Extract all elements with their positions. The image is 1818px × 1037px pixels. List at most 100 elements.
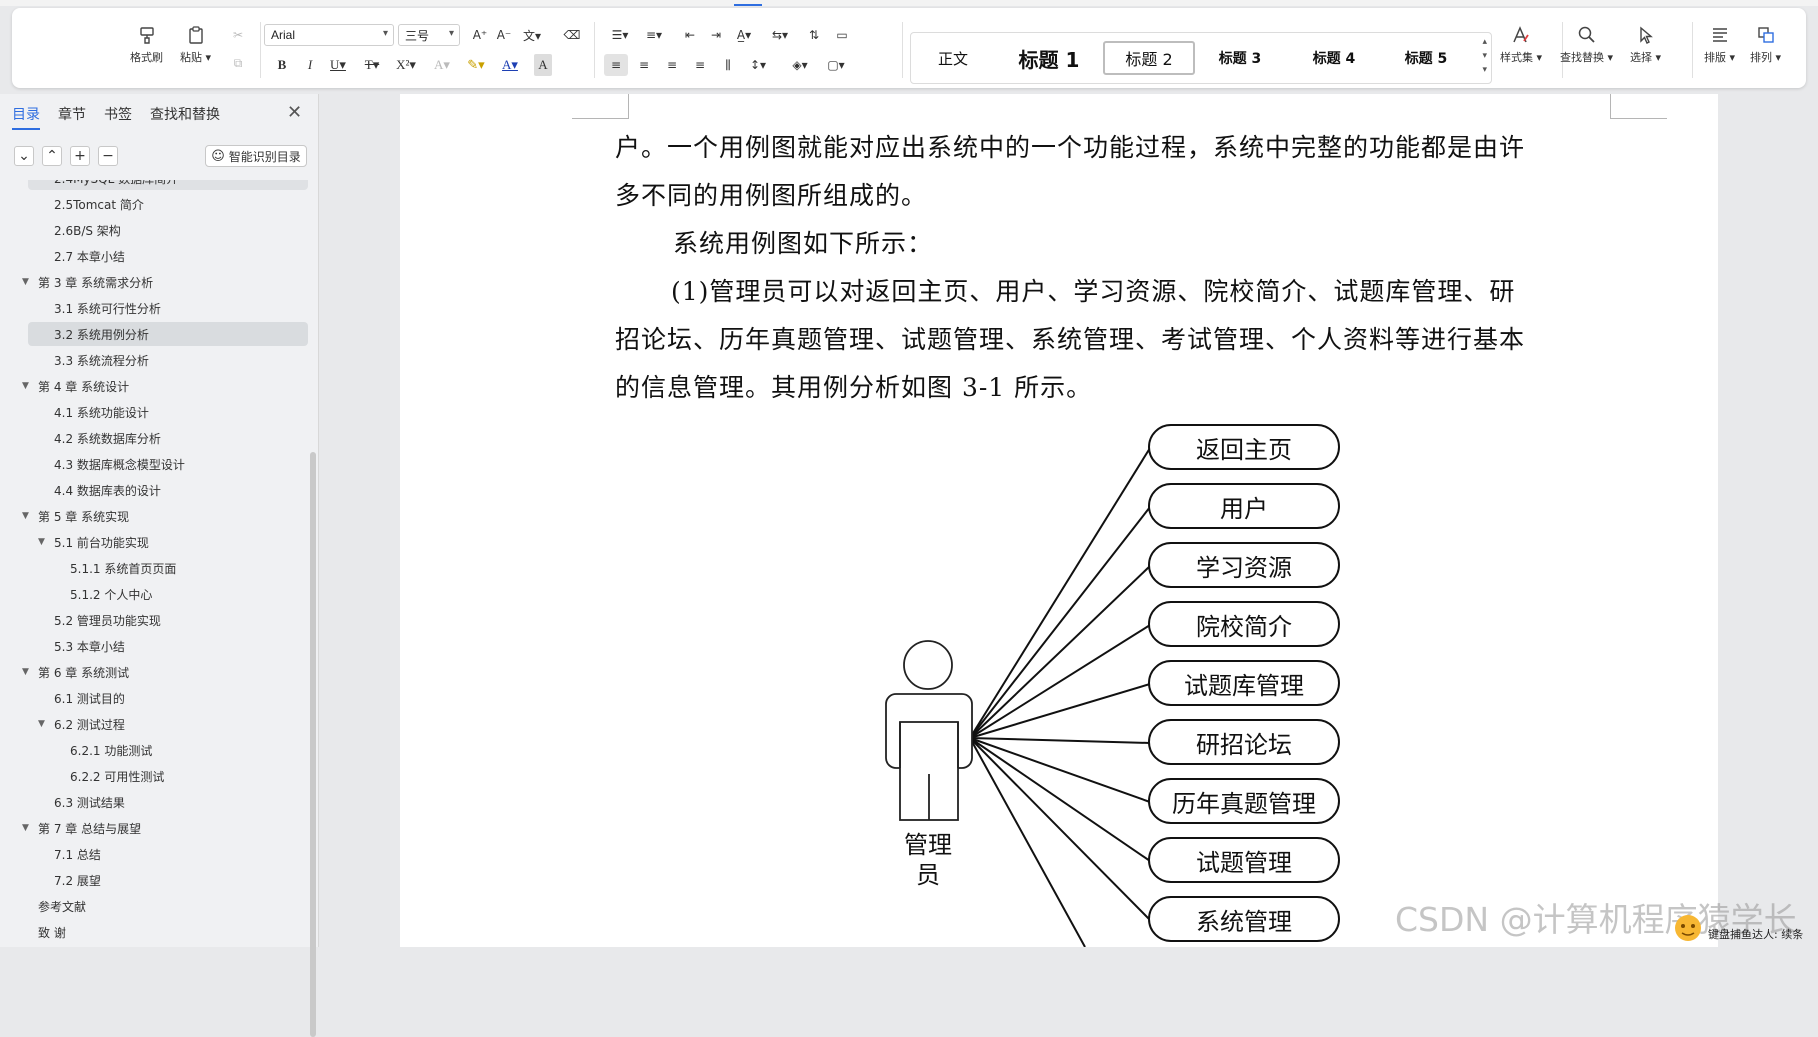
toc-item[interactable]: ▼ 第 7 章 总结与展望 — [22, 816, 308, 840]
copy-icon[interactable]: ⧉ — [226, 52, 250, 74]
style-heading-2[interactable]: 标题 2 — [1103, 41, 1195, 75]
clear-format-icon[interactable]: ⌫ — [560, 24, 584, 46]
sort-icon[interactable]: ⇅ — [802, 24, 826, 46]
increase-indent-icon[interactable]: ⇥ — [704, 24, 728, 46]
toc-item[interactable]: 5.1.2 个人中心 — [28, 582, 308, 606]
cut-icon[interactable]: ✂ — [226, 24, 250, 46]
chevron-down-icon: ▾ — [448, 28, 454, 39]
gallery-more-icon[interactable]: ▾ — [1482, 65, 1487, 75]
style-heading-4[interactable]: 标题 4 — [1295, 41, 1373, 75]
toc-item[interactable]: ▼ 第 3 章 系统需求分析 — [22, 270, 308, 294]
highlight-icon[interactable]: ✎▾ — [464, 54, 488, 76]
italic-icon[interactable]: I — [298, 54, 322, 76]
toc-item[interactable]: ▼ 6.2 测试过程 — [28, 712, 308, 736]
style-heading-5[interactable]: 标题 5 — [1387, 41, 1465, 75]
expand-triangle-icon[interactable]: ▼ — [22, 511, 29, 521]
text-direction-icon[interactable]: A̲▾ — [732, 24, 756, 46]
tab-bookmarks[interactable]: 书签 — [104, 104, 132, 124]
move-up-button[interactable]: ⌃ — [42, 146, 62, 166]
decrease-font-icon[interactable]: A⁻ — [492, 24, 516, 46]
toc-item[interactable]: ▼ 第 4 章 系统设计 — [22, 374, 308, 398]
expand-triangle-icon[interactable]: ▼ — [38, 537, 45, 547]
remove-heading-button[interactable]: − — [98, 146, 118, 166]
toc-item[interactable]: 致 谢 — [28, 920, 308, 944]
toc-item[interactable]: 参考文献 — [28, 894, 308, 918]
toc-item[interactable]: 4.1 系统功能设计 — [28, 400, 308, 424]
toc-item[interactable]: 6.1 测试目的 — [28, 686, 308, 710]
bullet-list-icon[interactable]: ☰▾ — [608, 24, 632, 46]
tab-chapters[interactable]: 章节 — [58, 104, 86, 124]
toc-item[interactable]: 7.2 展望 — [28, 868, 308, 892]
layout-button[interactable]: 排版 ▾ — [1704, 24, 1735, 65]
toc-item[interactable]: 5.2 管理员功能实现 — [28, 608, 308, 632]
increase-font-icon[interactable]: A⁺ — [468, 24, 492, 46]
char-shading-icon[interactable]: A — [534, 54, 552, 76]
toc-item[interactable]: 4.4 数据库表的设计 — [28, 478, 308, 502]
gallery-up-icon[interactable]: ▴ — [1482, 37, 1487, 47]
align-left-icon[interactable]: ≡ — [604, 54, 628, 76]
line-spacing-icon[interactable]: ↕▾ — [746, 54, 770, 76]
style-set-button[interactable]: 样式集 ▾ — [1500, 24, 1542, 65]
toc-item[interactable]: 5.3 本章小结 — [28, 634, 308, 658]
toc-item[interactable]: 3.3 系统流程分析 — [28, 348, 308, 372]
toc-item[interactable]: 2.6B/S 架构 — [28, 218, 308, 242]
style-heading-3[interactable]: 标题 3 — [1201, 41, 1279, 75]
toc-item[interactable]: ▼ 第 6 章 系统测试 — [22, 660, 308, 684]
toc-item[interactable]: 2.5Tomcat 简介 — [28, 192, 308, 216]
toc-item[interactable]: 5.1.1 系统首页页面 — [28, 556, 308, 580]
toc-item[interactable]: 3.1 系统可行性分析 — [28, 296, 308, 320]
decrease-indent-icon[interactable]: ⇤ — [678, 24, 702, 46]
smart-toc-button[interactable]: ☺ 智能识别目录 — [205, 145, 307, 167]
font-size-select[interactable]: 三号 ▾ — [398, 24, 460, 46]
toc-item[interactable]: 6.2.2 可用性测试 — [28, 764, 308, 788]
toc-item[interactable]: 6.2.1 功能测试 — [28, 738, 308, 762]
toc-item[interactable]: 2.4MySQL 数据库简介 — [28, 180, 308, 190]
superscript-icon[interactable]: X²▾ — [394, 54, 418, 76]
toc-item[interactable]: ▼ 5.1 前台功能实现 — [28, 530, 308, 554]
show-marks-icon[interactable]: ▭ — [830, 24, 854, 46]
chinese-layout-icon[interactable]: ⇆▾ — [768, 24, 792, 46]
font-color-icon[interactable]: A▾ — [498, 54, 522, 76]
justify-icon[interactable]: ≡ — [688, 54, 712, 76]
corner-widget[interactable]: 键盘捕鱼达人: 续条 — [1668, 906, 1818, 947]
tab-find-replace[interactable]: 查找和替换 — [150, 104, 220, 124]
expand-triangle-icon[interactable]: ▼ — [22, 381, 29, 391]
style-heading-1[interactable]: 标题 1 — [1003, 41, 1095, 75]
numbered-list-icon[interactable]: ≡▾ — [642, 24, 666, 46]
format-painter-button[interactable]: 格式刷 — [130, 24, 163, 65]
phonetic-guide-icon[interactable]: 文▾ — [520, 24, 544, 46]
underline-icon[interactable]: U▾ — [326, 54, 350, 76]
border-icon[interactable]: ▢▾ — [824, 54, 848, 76]
paste-button[interactable]: 粘贴 ▾ — [180, 24, 211, 65]
toc-scrollbar[interactable] — [310, 452, 316, 1037]
expand-triangle-icon[interactable]: ▼ — [22, 667, 29, 677]
toc-item[interactable]: 7.1 总结 — [28, 842, 308, 866]
expand-triangle-icon[interactable]: ▼ — [22, 277, 29, 287]
shading-icon[interactable]: ◈▾ — [788, 54, 812, 76]
expand-triangle-icon[interactable]: ▼ — [38, 719, 45, 729]
toc-item[interactable]: 4.2 系统数据库分析 — [28, 426, 308, 450]
font-name-select[interactable]: Arial ▾ — [264, 24, 394, 46]
collapse-all-button[interactable]: ⌄ — [14, 146, 34, 166]
distribute-icon[interactable]: ⫼ — [716, 54, 740, 76]
style-normal[interactable]: 正文 — [921, 41, 985, 75]
toc-item[interactable]: 3.2 系统用例分析 — [28, 322, 308, 346]
style-set-icon — [1510, 24, 1532, 46]
align-center-icon[interactable]: ≡ — [632, 54, 656, 76]
toc-item[interactable]: ▼ 第 5 章 系统实现 — [22, 504, 308, 528]
toc-item[interactable]: 6.3 测试结果 — [28, 790, 308, 814]
toc-item[interactable]: 2.7 本章小结 — [28, 244, 308, 268]
gallery-down-icon[interactable]: ▾ — [1482, 51, 1487, 61]
toc-item[interactable]: 4.3 数据库概念模型设计 — [28, 452, 308, 476]
bold-icon[interactable]: B — [270, 54, 294, 76]
strikethrough-icon[interactable]: T▾ — [360, 54, 384, 76]
align-right-icon[interactable]: ≡ — [660, 54, 684, 76]
arrange-button[interactable]: 排列 ▾ — [1750, 24, 1781, 65]
tab-toc[interactable]: 目录 — [12, 104, 40, 124]
expand-triangle-icon[interactable]: ▼ — [22, 823, 29, 833]
find-replace-button[interactable]: 查找替换 ▾ — [1560, 24, 1613, 65]
add-heading-button[interactable]: + — [70, 146, 90, 166]
close-icon[interactable]: ✕ — [287, 102, 302, 123]
select-button[interactable]: 选择 ▾ — [1630, 24, 1661, 65]
text-effect-icon[interactable]: A▾ — [430, 54, 454, 76]
